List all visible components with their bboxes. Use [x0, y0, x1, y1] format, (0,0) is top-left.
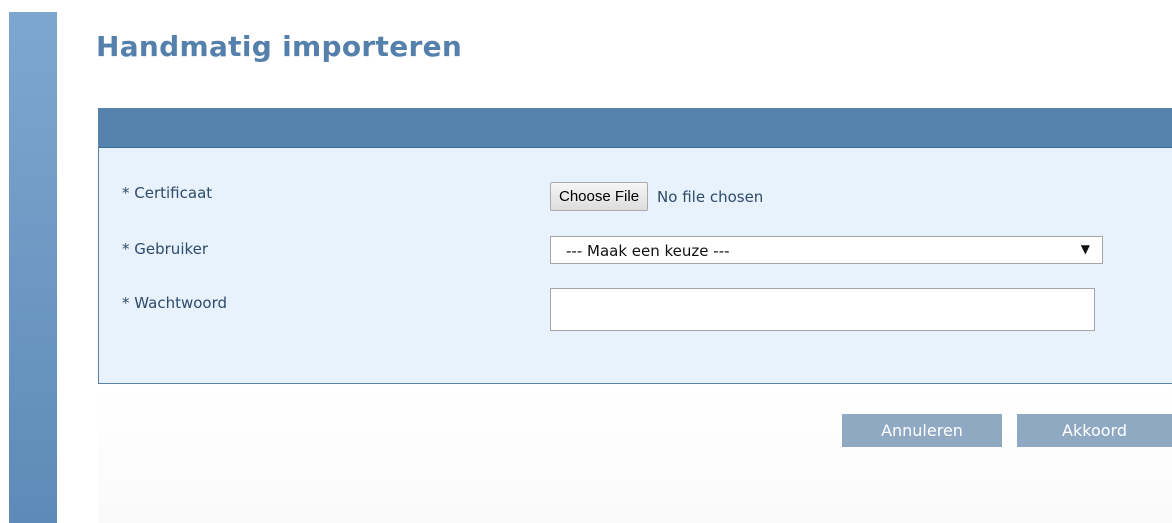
user-label: * Gebruiker	[122, 240, 209, 258]
import-form-panel: * Certificaat Choose File No file chosen…	[98, 108, 1172, 384]
panel-header	[99, 108, 1172, 148]
certificate-file-input[interactable]: Choose File No file chosen	[550, 182, 763, 211]
cancel-button[interactable]: Annuleren	[842, 414, 1002, 447]
choose-file-button[interactable]: Choose File	[550, 182, 649, 211]
password-field[interactable]	[550, 288, 1095, 331]
ok-button[interactable]: Akkoord	[1017, 414, 1172, 447]
user-select[interactable]: --- Maak een keuze --- ▼	[550, 236, 1103, 264]
page-title: Handmatig importeren	[96, 30, 463, 63]
user-select-value: --- Maak een keuze ---	[566, 242, 730, 260]
chevron-down-icon: ▼	[1080, 242, 1090, 256]
password-label: * Wachtwoord	[122, 294, 228, 312]
footer-area	[98, 382, 1172, 523]
file-status-text: No file chosen	[657, 187, 764, 206]
certificate-label: * Certificaat	[122, 184, 213, 202]
left-sidebar	[9, 12, 57, 523]
